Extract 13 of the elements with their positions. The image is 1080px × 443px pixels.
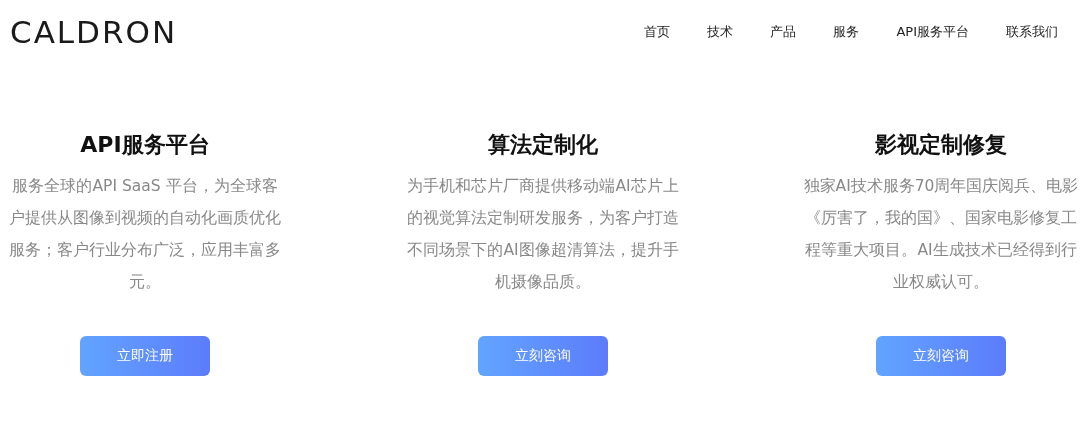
card-title: 算法定制化 bbox=[488, 131, 598, 159]
logo: CALDRON bbox=[10, 14, 178, 50]
card-description: 服务全球的API SaaS 平台，为全球客户提供从图像到视频的自动化画质优化服务；客户行业分布广泛，应用丰富多元。 bbox=[8, 176, 282, 293]
nav-link[interactable]: 联系我们 bbox=[1006, 23, 1058, 41]
nav-link[interactable]: 技术 bbox=[707, 23, 734, 41]
nav-link[interactable]: 首页 bbox=[644, 23, 671, 41]
card-description: 独家AI技术服务70周年国庆阅兵、电影《厉害了，我的国》、国家电影修复工程等重大项目。AI生成技术已经得到行业权威认可。 bbox=[803, 176, 1079, 293]
nav-link[interactable]: 服务 bbox=[833, 23, 860, 41]
nav-link[interactable]: 产品 bbox=[770, 23, 797, 41]
nav-link[interactable]: API服务平台 bbox=[896, 23, 969, 41]
card-title: API服务平台 bbox=[80, 131, 210, 159]
card-title: 影视定制修复 bbox=[875, 131, 1007, 159]
card-description: 为手机和芯片厂商提供移动端AI芯片上的视觉算法定制研发服务，为客户打造不同场景下的AI图像超清算法，提升手机摄像品质。 bbox=[406, 176, 680, 293]
